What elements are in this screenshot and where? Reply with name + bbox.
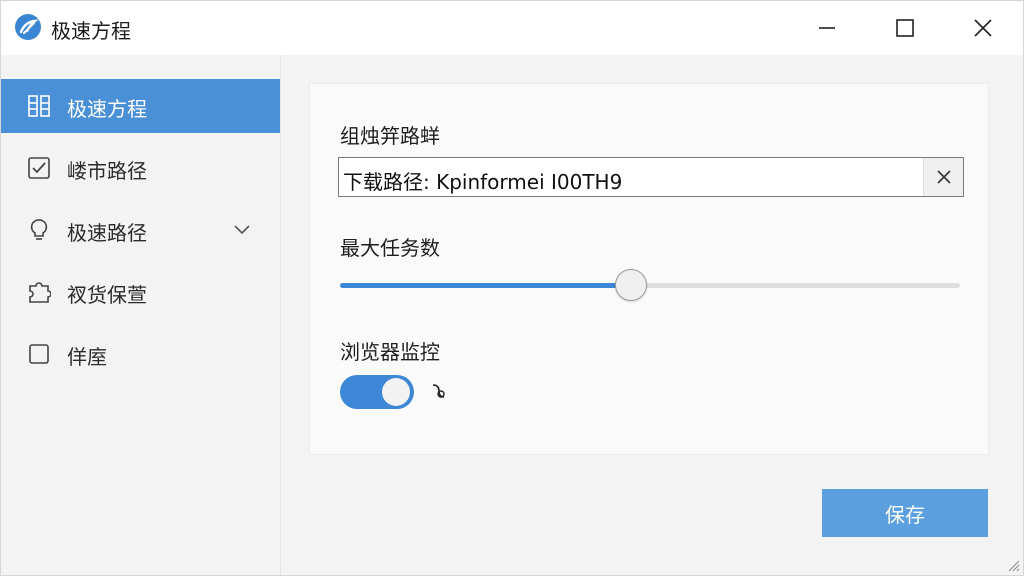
checkbox-icon — [28, 157, 50, 179]
sidebar-item-1[interactable]: 极速方程 — [1, 79, 280, 133]
cursor-hook-icon — [432, 384, 445, 398]
minimize-button[interactable] — [787, 1, 867, 55]
maximize-icon — [896, 19, 914, 37]
minimize-icon — [819, 27, 835, 29]
max-tasks-label: 最大任务数 — [340, 236, 440, 260]
grid-icon — [28, 95, 50, 117]
download-path-input[interactable]: 下载路径: Kpinformei I00TH9 — [338, 157, 964, 197]
close-button[interactable] — [943, 1, 1023, 55]
sidebar-item-label: 极速方程 — [67, 97, 147, 121]
download-path-value: 下载路径: Kpinformei I00TH9 — [343, 170, 623, 194]
chevron-down-icon[interactable] — [233, 223, 251, 237]
slider-thumb[interactable] — [615, 269, 648, 301]
square-icon — [29, 344, 49, 364]
sidebar-item-label: 嵝市路径 — [67, 159, 147, 183]
slider-fill — [340, 283, 632, 288]
save-button[interactable]: 保存 — [822, 489, 988, 537]
browser-monitor-label: 浏览器监控 — [340, 340, 440, 364]
sidebar-item-label: 佯庢 — [67, 345, 107, 369]
resize-grip-icon[interactable] — [1005, 557, 1021, 573]
sidebar-item-4[interactable]: 衩货保萱 — [1, 265, 280, 319]
download-path-label: 组烛笄路蛘 — [340, 124, 440, 148]
sidebar: 极速方程 嵝市路径 极速路径 衩货保萱 佯庢 — [1, 55, 281, 575]
title-bar[interactable]: 极速方程 — [1, 1, 1023, 55]
app-window: 极速方程 极速方程 嵝市路径 极速路径 衩货保萱 佯庢 组烛笄路蛘 下载路径: … — [0, 0, 1024, 576]
maximize-button[interactable] — [865, 1, 945, 55]
sidebar-item-2[interactable]: 嵝市路径 — [1, 141, 280, 195]
clear-path-button[interactable] — [923, 158, 963, 196]
puzzle-icon — [29, 282, 51, 303]
close-icon — [974, 19, 992, 37]
window-title: 极速方程 — [51, 19, 131, 43]
toggle-knob — [382, 378, 410, 406]
app-logo-icon — [15, 14, 41, 40]
sidebar-item-label: 衩货保萱 — [67, 283, 147, 307]
browser-monitor-toggle[interactable] — [340, 375, 414, 409]
settings-panel: 组烛笄路蛘 下载路径: Kpinformei I00TH9 最大任务数 浏览器监… — [309, 83, 989, 455]
max-tasks-slider[interactable] — [340, 269, 960, 301]
sidebar-item-3[interactable]: 极速路径 — [1, 203, 280, 257]
sidebar-item-5[interactable]: 佯庢 — [1, 327, 280, 381]
sidebar-item-label: 极速路径 — [67, 221, 147, 245]
lightbulb-icon — [30, 219, 48, 240]
clear-icon — [936, 170, 951, 184]
